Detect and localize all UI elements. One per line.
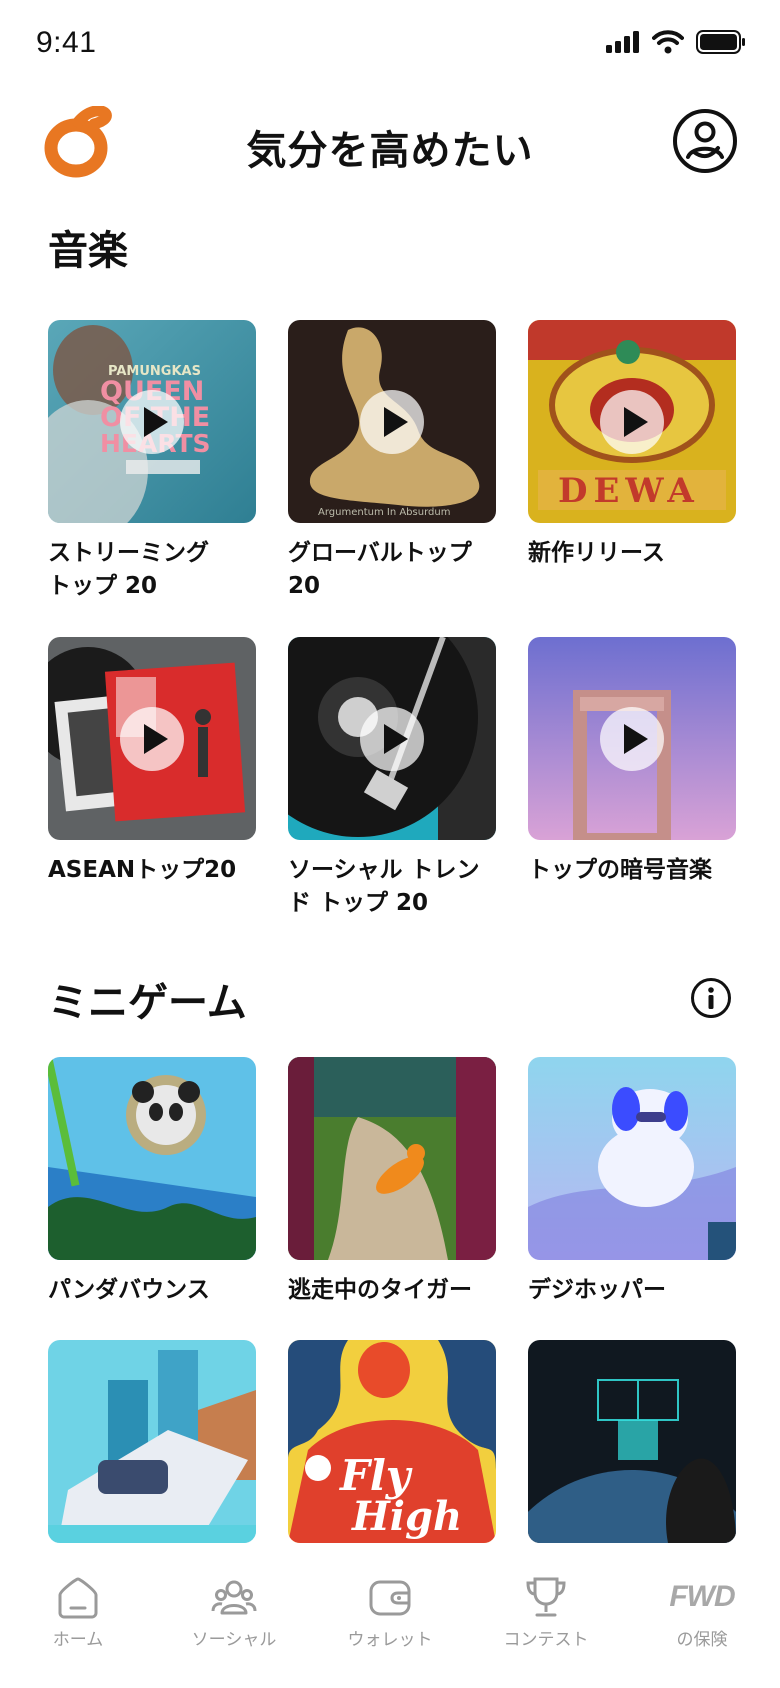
game-tile-fly-high[interactable]: Fly High — [288, 1340, 496, 1557]
game-tile-space-blocks[interactable] — [528, 1340, 736, 1557]
music-tile-global-top20[interactable]: Argumentum In Absurdum グローバルトップ 20 — [288, 320, 496, 603]
album-cover: DEWA — [528, 320, 736, 523]
game-cover — [48, 1340, 256, 1543]
signal-icon — [606, 31, 639, 53]
wifi-icon — [652, 30, 684, 54]
info-icon[interactable] — [690, 977, 732, 1019]
bottom-nav: ホーム ソーシャル ウォレット コンテスト FWD の保険 — [0, 1555, 780, 1688]
game-tile-digi-hopper[interactable]: デジホッパー — [528, 1057, 736, 1307]
music-tile-asean-top20[interactable]: ASEANトップ20 — [48, 637, 256, 887]
tile-label: グローバルトップ 20 — [288, 540, 472, 599]
tile-label: 逃走中のタイガー — [288, 1277, 472, 1303]
battery-icon — [696, 30, 745, 54]
game-cover: Fly High — [288, 1340, 496, 1543]
status-time: 9:41 — [36, 26, 97, 59]
svg-text:DEWA: DEWA — [558, 471, 700, 511]
nav-label: ホーム — [52, 1630, 104, 1650]
game-cover — [528, 1057, 736, 1260]
play-button[interactable] — [600, 707, 664, 771]
music-tile-crypto-music[interactable]: トップの暗号音楽 — [528, 637, 736, 887]
wallet-icon — [369, 1580, 411, 1616]
music-tile-streaming-top20[interactable]: PAMUNGKAS QUEEN OF THE HEARTS ストリーミング トッ… — [48, 320, 256, 603]
status-bar: 9:41 — [0, 0, 780, 88]
nav-home[interactable]: ホーム — [0, 1555, 156, 1688]
tile-label: ソーシャル トレン ド トップ 20 — [288, 857, 480, 916]
play-button[interactable] — [360, 707, 424, 771]
play-button[interactable] — [120, 707, 184, 771]
nav-label: の保険 — [676, 1630, 728, 1650]
tile-label: パンダバウンス — [48, 1277, 210, 1303]
play-button[interactable] — [360, 390, 424, 454]
music-tile-social-trend-top20[interactable]: ソーシャル トレン ド トップ 20 — [288, 637, 496, 920]
tile-label: 新作リリース — [528, 540, 665, 566]
album-cover — [288, 637, 496, 840]
album-cover: Argumentum In Absurdum — [288, 320, 496, 523]
album-cover — [48, 637, 256, 840]
status-icons — [606, 30, 746, 54]
nav-label: ソーシャル — [191, 1630, 277, 1650]
nav-insurance[interactable]: FWD の保険 — [624, 1555, 780, 1688]
nav-label: コンテスト — [503, 1630, 589, 1650]
play-button[interactable] — [600, 390, 664, 454]
nav-wallet[interactable]: ウォレット — [312, 1555, 468, 1688]
music-section-title: 音楽 — [48, 228, 128, 274]
game-tile-runaway-tiger[interactable]: 逃走中のタイガー — [288, 1057, 496, 1307]
social-icon — [211, 1580, 257, 1615]
music-tile-new-releases[interactable]: DEWA 新作リリース — [528, 320, 736, 570]
page-title: 気分を高めたい — [246, 128, 534, 174]
profile-icon[interactable] — [672, 108, 738, 174]
fwd-logo: FWD — [669, 1580, 735, 1613]
nav-contest[interactable]: コンテスト — [468, 1555, 624, 1688]
game-tile-train[interactable] — [48, 1340, 256, 1557]
tile-label: ASEANトップ20 — [48, 857, 237, 883]
home-icon — [58, 1577, 98, 1619]
album-cover — [528, 637, 736, 840]
album-cover: PAMUNGKAS QUEEN OF THE HEARTS — [48, 320, 256, 523]
svg-text:High: High — [351, 1493, 462, 1540]
app-header: 気分を高めたい — [0, 96, 780, 196]
game-cover — [528, 1340, 736, 1543]
nav-social[interactable]: ソーシャル — [156, 1555, 312, 1688]
game-tile-panda-bounce[interactable]: パンダバウンス — [48, 1057, 256, 1307]
tile-label: トップの暗号音楽 — [528, 857, 712, 883]
trophy-icon — [526, 1577, 566, 1617]
minigames-section-title: ミニゲーム — [48, 980, 247, 1026]
tile-label: ストリーミング トップ 20 — [48, 540, 209, 599]
tile-label: デジホッパー — [528, 1277, 666, 1303]
play-button[interactable] — [120, 390, 184, 454]
game-cover — [288, 1057, 496, 1260]
svg-text:Argumentum In Absurdum: Argumentum In Absurdum — [318, 507, 450, 518]
nav-label: ウォレット — [347, 1630, 433, 1650]
game-cover — [48, 1057, 256, 1260]
